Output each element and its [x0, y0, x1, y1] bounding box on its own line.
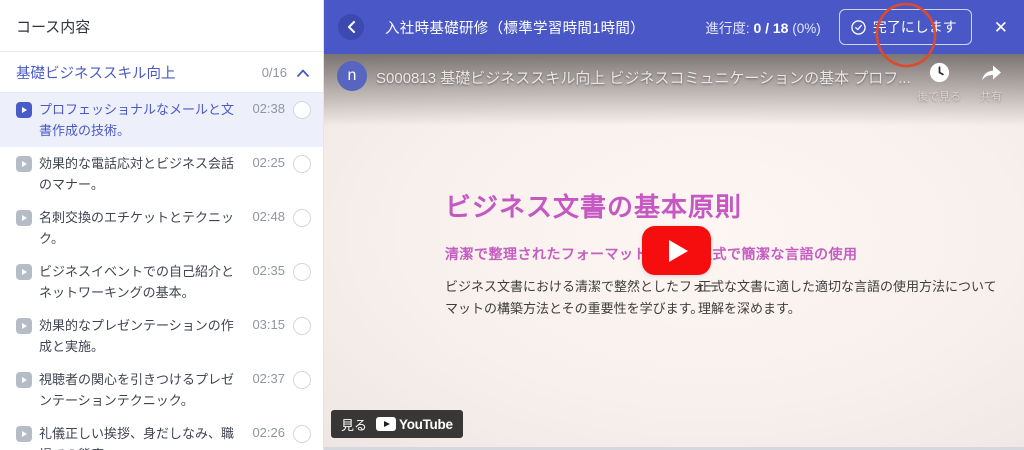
slide-title: ビジネス文書の基本原則 [445, 187, 742, 224]
video-title[interactable]: S000813 基礎ビジネススキル向上 ビジネスコミュニケーションの基本 プロフ… [376, 67, 910, 88]
back-button[interactable] [338, 14, 364, 40]
lesson-duration: 02:25 [252, 155, 285, 170]
progress-percent: (0%) [792, 21, 821, 36]
watch-on-youtube-badge[interactable]: 見る YouTube [331, 410, 463, 438]
watch-label: 見る [341, 415, 367, 434]
slide-column-body: 正式な文書に適した適切な言語の使用方法について理解を深めます。 [698, 276, 998, 320]
player-panel: 入社時基礎研修（標準学習時間1時間） 進行度: 0 / 18 (0%) 完了にし… [324, 0, 1024, 450]
video-play-icon [16, 372, 32, 388]
lesson-item[interactable]: 視聴者の関心を引きつけるプレゼンテーションテクニック。 02:37 [0, 363, 323, 417]
lesson-duration: 02:38 [252, 101, 285, 116]
video-play-icon [16, 210, 32, 226]
lesson-item[interactable]: 効果的な電話応対とビジネス会話のマナー。 02:25 [0, 147, 323, 201]
slide-column: 正式で簡潔な言語の使用 正式な文書に適した適切な言語の使用方法について理解を深め… [698, 244, 998, 320]
completion-circle [293, 263, 311, 281]
section-progress-count: 0/16 [262, 65, 287, 80]
lesson-duration: 02:26 [252, 425, 285, 440]
slide-column-body: ビジネス文書における清潔で整然としたフォーマットの構築方法とその重要性を学びます… [445, 276, 727, 320]
lesson-duration: 03:15 [252, 317, 285, 332]
video-header: n S000813 基礎ビジネススキル向上 ビジネスコミュニケーションの基本 プ… [337, 61, 1014, 104]
completion-circle [293, 101, 311, 119]
video-play-icon [16, 264, 32, 280]
completion-circle [293, 317, 311, 335]
course-content-sidebar: コース内容 基礎ビジネススキル向上 0/16 プロフェッショナルなメールと文書作… [0, 0, 324, 450]
completion-circle [293, 371, 311, 389]
check-circle-icon [851, 20, 866, 35]
video-play-icon [16, 318, 32, 334]
lesson-item[interactable]: 名刺交換のエチケットとテクニック。 02:48 [0, 201, 323, 255]
section-title: 基礎ビジネススキル向上 [16, 62, 262, 83]
youtube-brand-label: YouTube [399, 417, 453, 432]
sidebar-title: コース内容 [0, 0, 323, 52]
lesson-item[interactable]: 礼儀正しい挨拶、身だしなみ、職場での態度。 02:26 [0, 417, 323, 450]
lesson-item[interactable]: ビジネスイベントでの自己紹介とネットワーキングの基本。 02:35 [0, 255, 323, 309]
lesson-title: プロフェッショナルなメールと文書作成の技術。 [39, 99, 246, 141]
lesson-title: ビジネスイベントでの自己紹介とネットワーキングの基本。 [39, 261, 246, 303]
lesson-duration: 02:37 [252, 371, 285, 386]
completion-circle [293, 209, 311, 227]
progress-label: 進行度: [705, 21, 749, 36]
lesson-item[interactable]: 効果的なプレゼンテーションの作成と実施。 03:15 [0, 309, 323, 363]
lesson-item[interactable]: プロフェッショナルなメールと文書作成の技術。 02:38 [0, 93, 323, 147]
chevron-left-icon [347, 21, 356, 33]
completion-circle [293, 425, 311, 443]
chevron-up-icon [297, 69, 309, 77]
share-label: 共有 [980, 88, 1002, 104]
course-title: 入社時基礎研修（標準学習時間1時間） [385, 17, 705, 38]
video-play-icon [16, 102, 32, 118]
lesson-title: 礼儀正しい挨拶、身だしなみ、職場での態度。 [39, 423, 246, 450]
slide-column-heading: 正式で簡潔な言語の使用 [698, 244, 998, 264]
lms-app: コース内容 基礎ビジネススキル向上 0/16 プロフェッショナルなメールと文書作… [0, 0, 1024, 450]
video-play-icon [16, 156, 32, 172]
mark-complete-button[interactable]: 完了にします [839, 9, 972, 45]
share-arrow-icon [979, 61, 1003, 84]
course-section-header[interactable]: 基礎ビジネススキル向上 0/16 [0, 52, 323, 93]
youtube-play-button[interactable] [642, 226, 711, 275]
lesson-title: 名刺交換のエチケットとテクニック。 [39, 207, 246, 249]
video-play-icon [16, 426, 32, 442]
lesson-title: 効果的なプレゼンテーションの作成と実施。 [39, 315, 246, 357]
watch-later-label: 後で見る [917, 88, 961, 104]
course-topbar: 入社時基礎研修（標準学習時間1時間） 進行度: 0 / 18 (0%) 完了にし… [324, 0, 1024, 54]
lesson-title: 効果的な電話応対とビジネス会話のマナー。 [39, 153, 246, 195]
close-icon[interactable]: ✕ [992, 17, 1010, 38]
mark-complete-label: 完了にします [873, 17, 957, 37]
youtube-logo: YouTube [376, 417, 453, 432]
lesson-duration: 02:35 [252, 263, 285, 278]
progress-indicator: 進行度: 0 / 18 (0%) [705, 17, 820, 37]
watch-later-button[interactable]: 後で見る [910, 61, 968, 104]
lesson-title: 視聴者の関心を引きつけるプレゼンテーションテクニック。 [39, 369, 246, 411]
youtube-play-icon [376, 417, 396, 431]
lesson-duration: 02:48 [252, 209, 285, 224]
progress-value: 0 / 18 [753, 20, 788, 36]
completion-circle [293, 155, 311, 173]
video-player: n S000813 基礎ビジネススキル向上 ビジネスコミュニケーションの基本 プ… [324, 54, 1024, 450]
channel-avatar[interactable]: n [337, 61, 367, 91]
share-button[interactable]: 共有 [968, 61, 1014, 104]
clock-icon [928, 61, 951, 84]
